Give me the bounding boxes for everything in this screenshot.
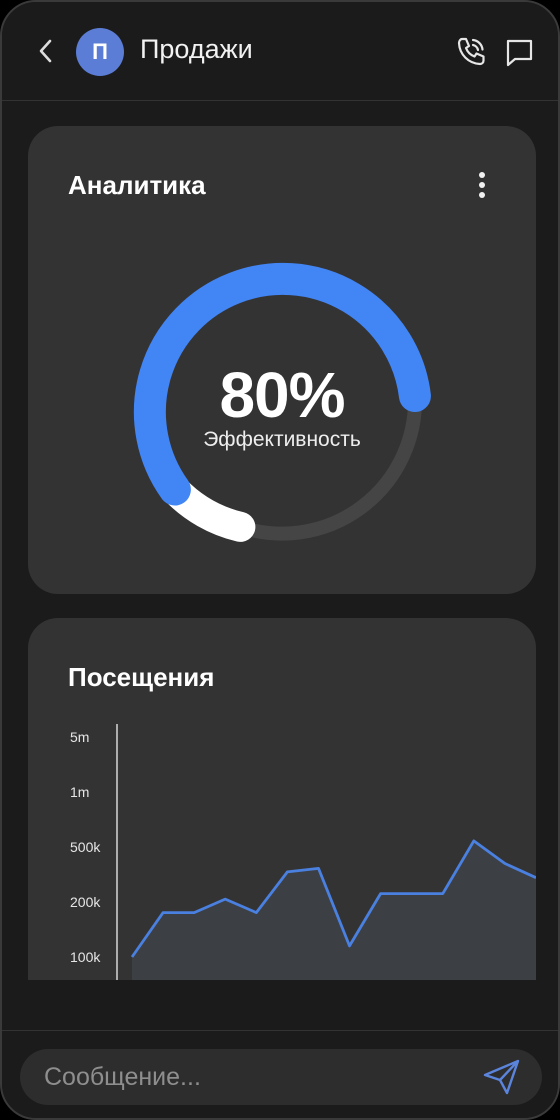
- y-tick-label: 5m: [70, 729, 89, 745]
- message-input[interactable]: [20, 1049, 542, 1105]
- phone-call-icon[interactable]: [454, 35, 488, 69]
- more-options-icon[interactable]: [476, 170, 488, 200]
- back-button[interactable]: [32, 36, 58, 66]
- analytics-title: Аналитика: [68, 170, 206, 200]
- efficiency-label: Эффективность: [203, 428, 361, 451]
- efficiency-percent: 80%: [219, 359, 345, 431]
- bottom-strip: [2, 980, 558, 1031]
- visits-chart: 5m 1m 500k 200k 100k: [70, 724, 536, 983]
- phone-screen: П Продажи Аналитика 80% Эффективность По…: [0, 0, 560, 1120]
- chat-title: Продажи: [140, 34, 253, 64]
- y-tick-label: 200k: [70, 894, 101, 910]
- analytics-card: Аналитика 80% Эффективность: [28, 126, 536, 594]
- back-icon: [39, 39, 52, 63]
- y-tick-label: 100k: [70, 949, 101, 965]
- chat-header: П Продажи: [2, 2, 558, 101]
- chat-bubble-icon[interactable]: [502, 35, 536, 69]
- message-composer: [2, 1031, 558, 1118]
- y-tick-label: 1m: [70, 784, 89, 800]
- send-icon[interactable]: [480, 1055, 524, 1099]
- visits-card: Посещения 5m 1m 500k 200k 100k: [28, 618, 536, 983]
- avatar[interactable]: П: [76, 28, 124, 76]
- y-tick-label: 500k: [70, 839, 101, 855]
